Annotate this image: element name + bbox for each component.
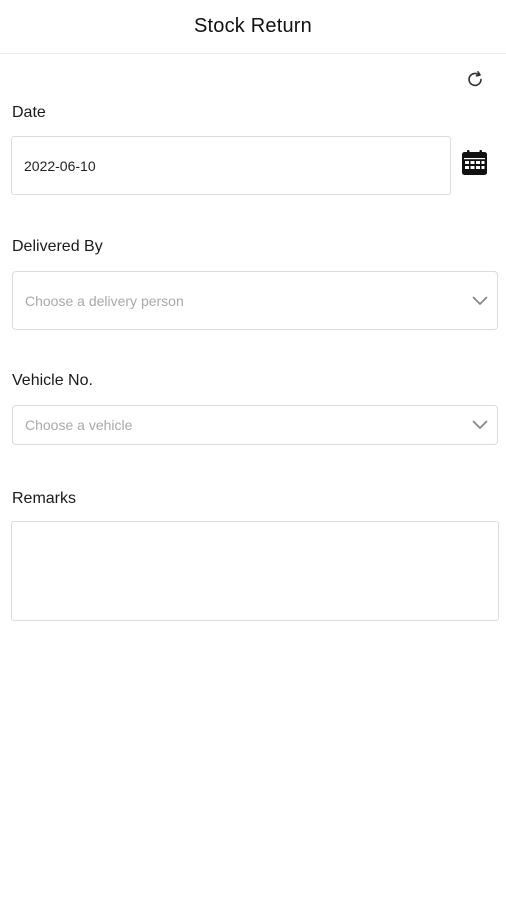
vehicle-label: Vehicle No. <box>12 372 93 389</box>
date-label: Date <box>12 104 46 121</box>
date-value: 2022-06-10 <box>24 157 96 174</box>
delivery-person-select[interactable]: Choose a delivery person <box>12 271 498 330</box>
chevron-down-icon <box>471 292 489 310</box>
refresh-button[interactable] <box>462 66 488 92</box>
vehicle-select[interactable]: Choose a vehicle <box>12 405 498 445</box>
remarks-textarea[interactable] <box>11 521 499 621</box>
vehicle-placeholder: Choose a vehicle <box>25 417 133 433</box>
page-title: Stock Return <box>193 15 312 37</box>
date-field[interactable]: 2022-06-10 <box>11 136 451 195</box>
remarks-label: Remarks <box>12 490 77 507</box>
app-header: Stock Return <box>0 0 506 54</box>
calendar-button[interactable] <box>460 149 488 177</box>
calendar-icon <box>461 150 487 175</box>
delivered-by-label: Delivered By <box>12 238 103 255</box>
delivery-person-placeholder: Choose a delivery person <box>25 292 184 309</box>
chevron-down-icon <box>471 416 489 434</box>
refresh-icon <box>468 71 482 87</box>
